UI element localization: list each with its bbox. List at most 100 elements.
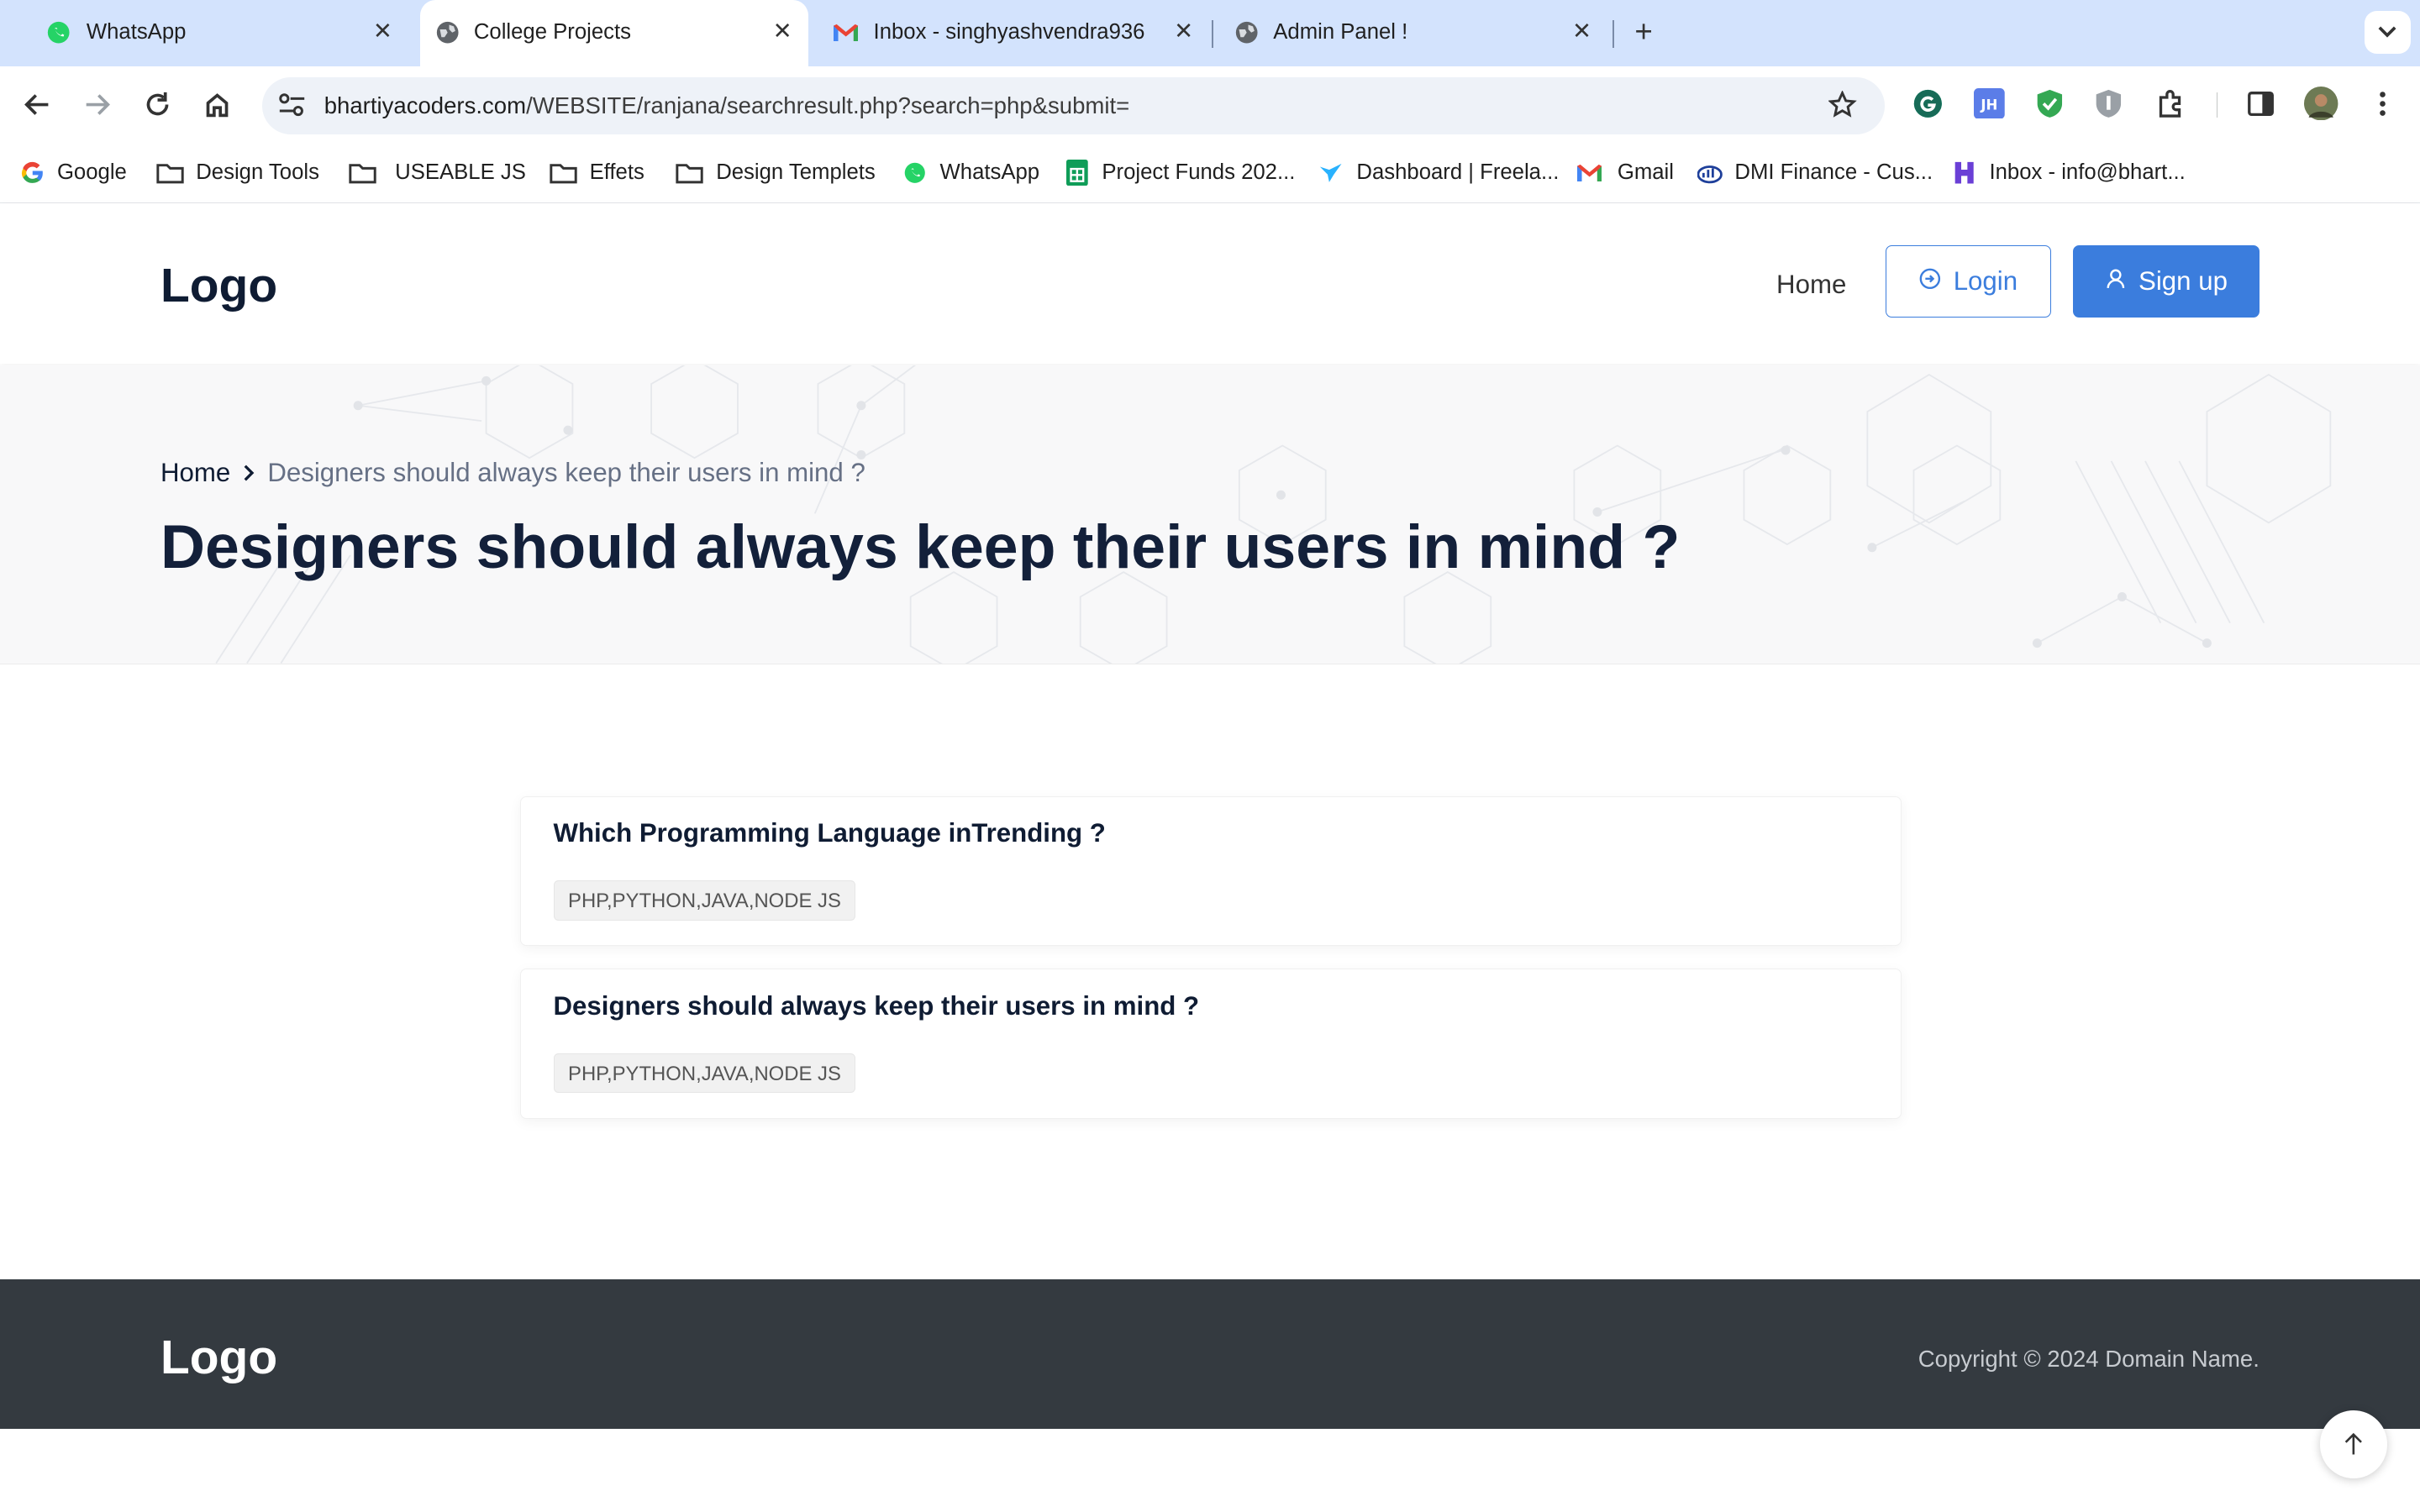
reload-icon[interactable]: [139, 87, 176, 123]
site-header: Logo Home Login Sign up: [0, 203, 2420, 365]
whatsapp-icon: [46, 20, 71, 45]
result-title[interactable]: Which Programming Language inTrending ?: [554, 818, 1106, 848]
browser-toolbar: bhartiyacoders.com/WEBSITE/ranjana/searc…: [0, 66, 2420, 144]
new-tab-icon[interactable]: +: [1627, 16, 1660, 50]
jh-extension-icon[interactable]: JH: [1970, 85, 2007, 122]
folder-icon: [155, 160, 184, 185]
login-icon: [1919, 266, 1941, 297]
close-tab-icon[interactable]: ✕: [769, 17, 797, 45]
browser-tab-whatsapp[interactable]: WhatsApp ✕: [13, 0, 417, 66]
nav-home-link[interactable]: Home: [1776, 270, 1846, 300]
whatsapp-icon: [902, 160, 927, 185]
bookmark-label: USEABLE JS: [395, 160, 526, 185]
footer-logo[interactable]: Logo: [160, 1330, 277, 1385]
site-logo[interactable]: Logo: [160, 258, 277, 313]
tab-search-button[interactable]: [2364, 10, 2411, 55]
bookmark-google[interactable]: Google: [20, 159, 127, 186]
result-card[interactable]: Which Programming Language inTrending ? …: [519, 795, 1902, 946]
chevron-down-icon: [2378, 26, 2396, 38]
url-host: bhartiyacoders.com: [324, 92, 527, 119]
bookmark-dashboard-freelancer[interactable]: Dashboard | Freela...: [1318, 159, 1560, 186]
shield-extension-icon[interactable]: [2090, 85, 2127, 122]
browser-tab-gmail[interactable]: Inbox - singhyashvendra936 ✕: [812, 0, 1213, 66]
login-label: Login: [1953, 266, 2018, 297]
url-text: bhartiyacoders.com/WEBSITE/ranjana/searc…: [324, 92, 1130, 119]
globe-icon: [1234, 20, 1259, 45]
bookmark-dmi-finance[interactable]: DMI Finance - Cus...: [1697, 159, 1933, 186]
bookmarks-bar: Google Design Tools USEABLE JS Effets De…: [0, 143, 2420, 203]
chevron-right-icon: [243, 464, 255, 482]
bookmark-whatsapp[interactable]: WhatsApp: [902, 159, 1039, 186]
bookmark-effets[interactable]: Effets: [550, 159, 644, 186]
arrow-up-icon: [2344, 1433, 2363, 1455]
signup-label: Sign up: [2139, 266, 2228, 297]
bookmark-label: Project Funds 202...: [1102, 160, 1296, 185]
bookmark-project-funds[interactable]: Project Funds 202...: [1065, 159, 1295, 186]
browser-menu-icon[interactable]: [2365, 85, 2402, 122]
tab-title: WhatsApp: [86, 19, 187, 44]
svg-text:JH: JH: [1981, 97, 1998, 113]
profile-avatar[interactable]: [2302, 85, 2339, 122]
grammarly-icon[interactable]: [1909, 85, 1946, 122]
extensions-puzzle-icon[interactable]: [2153, 85, 2190, 122]
back-icon[interactable]: [18, 87, 55, 123]
sheets-icon: [1065, 160, 1089, 186]
result-card[interactable]: Designers should always keep their users…: [519, 969, 1902, 1119]
bookmark-design-tools[interactable]: Design Tools: [155, 159, 319, 186]
page-hero: Home Designers should always keep their …: [0, 365, 2420, 664]
scroll-to-top-button[interactable]: [2319, 1410, 2388, 1478]
bookmark-gmail[interactable]: Gmail: [1577, 159, 1674, 186]
breadcrumb: Home Designers should always keep their …: [160, 458, 865, 488]
result-title[interactable]: Designers should always keep their users…: [554, 991, 1200, 1021]
bookmark-design-templets[interactable]: Design Templets: [676, 159, 876, 186]
user-icon: [2105, 266, 2127, 297]
site-footer: Logo Copyright © 2024 Domain Name.: [0, 1278, 2420, 1429]
browser-tab-bar: WhatsApp ✕ College Projects ✕ Inbox - si…: [0, 0, 2420, 66]
browser-tab-admin-panel[interactable]: Admin Panel ! ✕: [1213, 0, 1608, 66]
folder-icon: [550, 160, 577, 185]
mail-h-icon: [1952, 160, 1976, 185]
forward-icon[interactable]: [79, 87, 116, 123]
bookmark-label: Effets: [589, 160, 644, 185]
tab-title: Admin Panel !: [1273, 19, 1408, 44]
site-info-icon[interactable]: [278, 92, 306, 123]
bookmark-label: Design Templets: [716, 160, 876, 185]
close-tab-icon[interactable]: ✕: [1568, 17, 1596, 45]
bookmark-label: Design Tools: [196, 160, 319, 185]
bookmark-label: WhatsApp: [939, 160, 1040, 185]
bird-icon: [1318, 160, 1343, 185]
tab-title: Inbox - singhyashvendra936: [873, 19, 1145, 44]
side-panel-icon[interactable]: [2243, 85, 2280, 122]
shield-check-icon[interactable]: [2031, 85, 2068, 122]
bookmark-label: Inbox - info@bhart...: [1989, 160, 2186, 185]
bookmark-label: Dashboard | Freela...: [1356, 160, 1560, 185]
home-icon[interactable]: [199, 87, 236, 123]
address-bar[interactable]: bhartiyacoders.com/WEBSITE/ranjana/searc…: [262, 76, 1885, 134]
result-tags: PHP,PYTHON,JAVA,NODE JS: [553, 1053, 856, 1094]
breadcrumb-home-link[interactable]: Home: [160, 458, 230, 488]
folder-icon: [349, 160, 376, 185]
url-path: /WEBSITE/ranjana/searchresult.php?search…: [526, 92, 1130, 119]
globe-icon: [435, 20, 460, 45]
close-tab-icon[interactable]: ✕: [1170, 17, 1197, 45]
close-tab-icon[interactable]: ✕: [369, 17, 397, 45]
finance-icon: [1697, 160, 1723, 185]
google-icon: [20, 160, 45, 185]
gmail-icon: [1577, 160, 1602, 185]
login-button[interactable]: Login: [1886, 245, 2051, 318]
folder-icon: [676, 160, 704, 185]
gmail-icon: [833, 20, 859, 45]
bookmark-star-icon[interactable]: [1828, 90, 1858, 125]
breadcrumb-current: Designers should always keep their users…: [267, 458, 865, 488]
toolbar-divider: [2216, 92, 2218, 118]
tab-title: College Projects: [473, 19, 632, 44]
bookmark-useable-js[interactable]: USEABLE JS: [349, 159, 526, 186]
bookmark-label: DMI Finance - Cus...: [1734, 160, 1933, 185]
bookmark-label: Google: [56, 160, 127, 185]
browser-tab-college-projects[interactable]: College Projects ✕: [419, 0, 809, 66]
copyright-text: Copyright © 2024 Domain Name.: [1918, 1345, 2260, 1372]
page-title: Designers should always keep their users…: [160, 511, 1681, 581]
signup-button[interactable]: Sign up: [2072, 245, 2260, 318]
bookmark-inbox-info[interactable]: Inbox - info@bhart...: [1952, 159, 2186, 186]
bookmark-label: Gmail: [1617, 160, 1674, 185]
